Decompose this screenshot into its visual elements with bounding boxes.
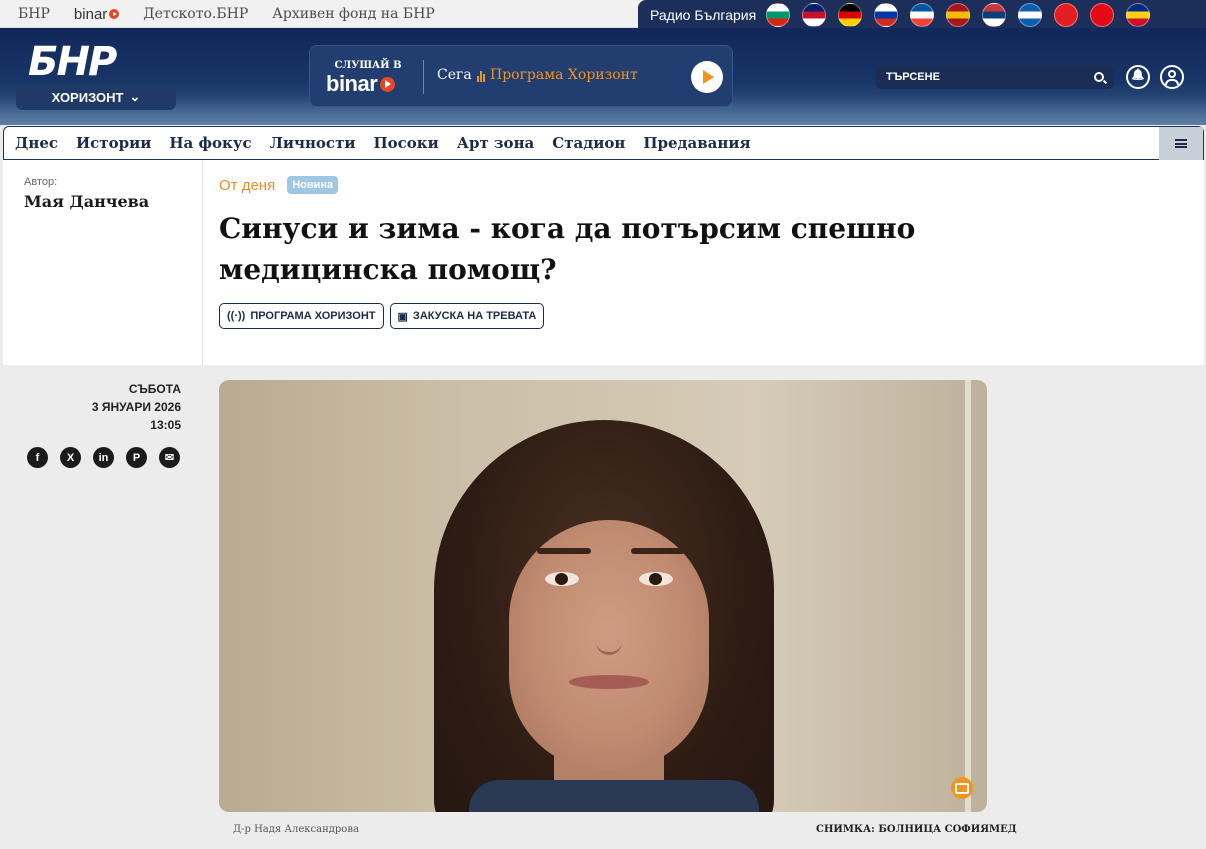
hamburger-icon [1175,139,1187,148]
binar-brand: binar [326,71,378,96]
logo-block[interactable]: БНР ХОРИЗОНТ ⌄ [16,42,176,112]
greece-flag[interactable] [1018,3,1043,27]
search-placeholder: ТЪРСЕНЕ [886,71,940,83]
radio-bulgaria-link[interactable]: Радио България [650,7,756,23]
binar-listen[interactable]: СЛУШАЙ В binar [326,60,426,97]
nav-item-shows[interactable]: Предавания [643,134,750,152]
play-button[interactable] [691,61,723,93]
tag-label: ЗАКУСКА НА ТРЕВАТА [412,310,537,322]
serbia-flag[interactable] [982,3,1007,27]
germany-flag[interactable] [838,3,863,27]
bnr-logo: БНР [28,39,117,85]
tag-program[interactable]: ((·)) ПРОГРАМА ХОРИЗОНТ [219,303,384,329]
listen-label: СЛУШАЙ В [334,60,402,71]
nav-item-stadium[interactable]: Стадион [552,134,625,152]
site-header: БНР ХОРИЗОНТ ⌄ СЛУШАЙ В binar Сега Прогр… [0,28,1206,125]
station-selector[interactable]: ХОРИЗОНТ ⌄ [16,84,176,110]
top-link-kids[interactable]: Детското.БНР [143,6,248,22]
publish-date-value: 3 ЯНУАРИ 2026 [91,400,181,414]
publish-time: 13:05 [150,418,181,432]
bulgaria-flag[interactable] [766,3,791,27]
tag-list: ((·)) ПРОГРАМА ХОРИЗОНТ ▣ ЗАКУСКА НА ТРЕВА… [219,303,545,329]
publish-day: СЪБОТА [128,382,181,396]
user-icon[interactable] [1160,65,1184,89]
pinterest-icon[interactable]: P [126,447,147,468]
nav-item-people[interactable]: Личности [270,134,356,152]
search-icon[interactable] [1094,72,1104,82]
now-label: Сега [437,67,472,83]
broadcast-icon: ((·)) [227,310,246,322]
bell-icon[interactable] [1126,65,1150,89]
tag-label: ПРОГРАМА ХОРИЗОНТ [250,310,376,322]
flag-list [766,3,1151,27]
albania-flag[interactable] [1054,3,1079,27]
spain-flag[interactable] [946,3,971,27]
author-column: Автор: Мая Данчева [3,160,203,365]
nav-item-art[interactable]: Арт зона [457,134,535,152]
search-input[interactable]: ТЪРСЕНЕ [876,65,1114,89]
news-badge: Новина [287,176,339,194]
play-icon [109,9,120,19]
turkey-flag[interactable] [1090,3,1115,27]
live-player: СЛУШАЙ В binar Сега Програма Хоризонт [309,45,733,107]
photo-credit: СНИМКА: БОЛНИЦА СОФИЯМЕД [816,824,1017,835]
linkedin-icon[interactable]: in [93,447,114,468]
station-label: ХОРИЗОНТ [51,89,124,105]
nav-item-focus[interactable]: На фокус [169,134,251,152]
romania-flag[interactable] [1126,3,1151,27]
share-buttons: f X in P ✉ [27,447,180,468]
russia-flag[interactable] [874,3,899,27]
divider [423,60,424,94]
top-links: БНР binar Детското.БНР Архивен фонд на Б… [18,0,435,28]
article-meta: От деня Новина [219,176,339,194]
facebook-icon[interactable]: f [27,447,48,468]
menu-button[interactable] [1159,127,1203,160]
nav-item-directions[interactable]: Посоки [373,134,438,152]
article-title: Синуси и зима - кога да потърсим спешно … [219,212,916,286]
uk-flag[interactable] [802,3,827,27]
author-label: Автор: [24,176,58,188]
main-nav: Днес Истории На фокус Личности Посоки Ар… [3,126,1204,160]
equalizer-icon [477,70,485,82]
category-link[interactable]: От деня [219,177,275,194]
top-link-archive[interactable]: Архивен фонд на БНР [272,6,435,22]
top-link-binar[interactable]: binar [73,5,120,23]
photo-caption: Д-р Надя Александрова [233,824,359,835]
top-link-bnr[interactable]: БНР [18,6,50,22]
email-icon[interactable]: ✉ [159,447,180,468]
current-program[interactable]: Програма Хоризонт [490,67,638,83]
tag-show[interactable]: ▣ ЗАКУСКА НА ТРЕВАТА [389,303,545,329]
camera-icon[interactable] [951,777,973,799]
play-icon [380,76,396,92]
article-header: Автор: Мая Данчева От деня Новина Синуси… [3,160,1204,365]
nav-item-today[interactable]: Днес [15,134,58,152]
publish-date: СЪБОТА 3 ЯНУАРИ 2026 13:05 [3,380,181,434]
author-name[interactable]: Мая Данчева [24,192,202,211]
article-photo[interactable] [219,380,987,812]
france-flag[interactable] [910,3,935,27]
nav-item-stories[interactable]: Истории [76,134,151,152]
language-bar: Радио България [638,0,1206,30]
radio-icon: ▣ [397,310,408,323]
binar-label: binar [73,5,108,23]
chevron-down-icon: ⌄ [129,89,141,104]
x-icon[interactable]: X [60,447,81,468]
